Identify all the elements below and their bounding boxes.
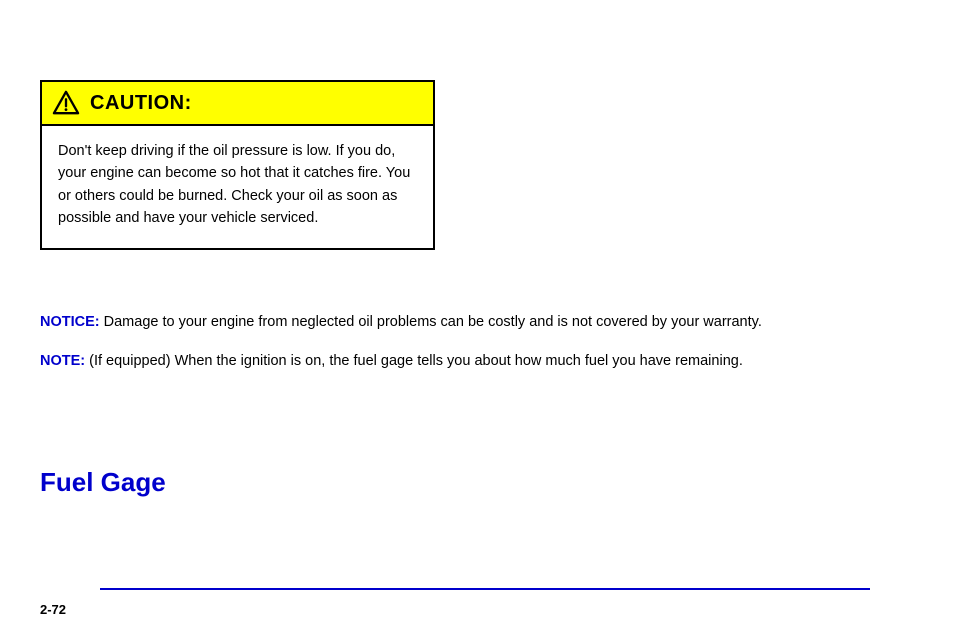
notice-text: Damage to your engine from neglected oil…: [104, 314, 762, 330]
caution-header: CAUTION:: [42, 82, 433, 126]
note-paragraph: NOTE: (If equipped) When the ignition is…: [40, 349, 920, 374]
body-text-block: NOTICE: Damage to your engine from negle…: [40, 310, 920, 387]
page-number: 2-72: [40, 602, 66, 617]
notice-label: NOTICE:: [40, 314, 100, 330]
caution-body: Don't keep driving if the oil pressure i…: [42, 126, 433, 248]
horizontal-rule: [100, 588, 870, 590]
note-text: (If equipped) When the ignition is on, t…: [89, 353, 743, 369]
caution-title: CAUTION:: [90, 92, 192, 115]
note-label: NOTE:: [40, 353, 85, 369]
section-heading: Fuel Gage: [40, 467, 166, 498]
caution-box: CAUTION: Don't keep driving if the oil p…: [40, 80, 435, 250]
warning-triangle-icon: [52, 90, 80, 116]
notice-paragraph: NOTICE: Damage to your engine from negle…: [40, 310, 920, 335]
